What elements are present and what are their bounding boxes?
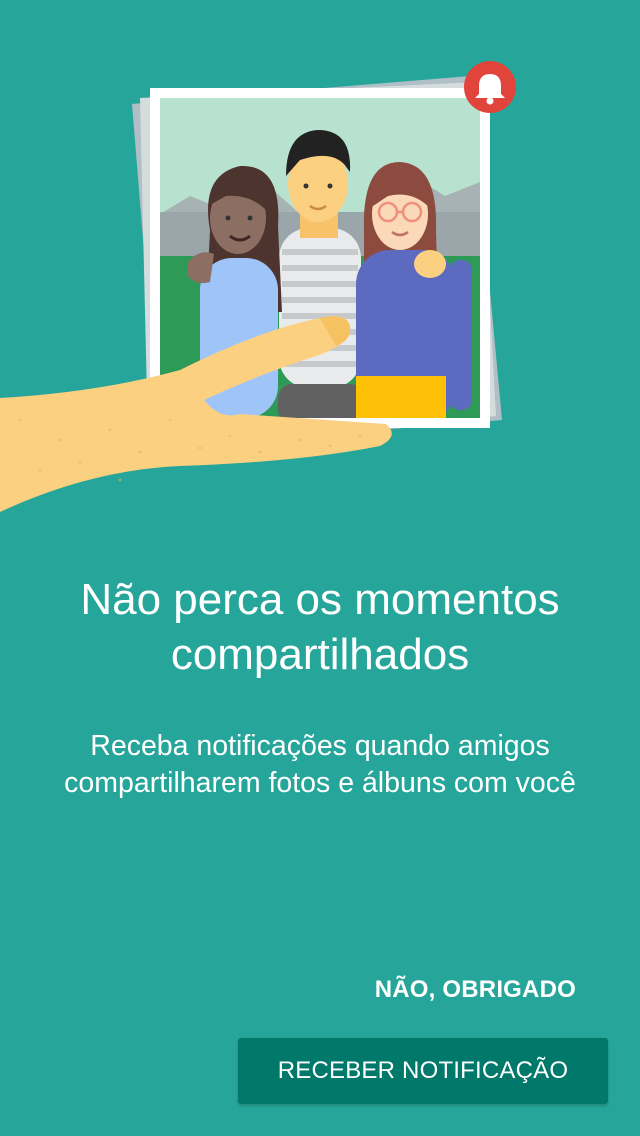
photo-hand-illustration xyxy=(0,61,516,512)
bell-icon xyxy=(464,61,516,113)
page-title: Não perca os momentos compartilhados xyxy=(80,575,560,679)
enable-notifications-button[interactable]: RECEBER NOTIFICAÇÃO xyxy=(238,1038,608,1104)
description-text: Receba notificações quando amigos compar… xyxy=(64,730,576,799)
dismiss-button[interactable]: NÃO, OBRIGADO xyxy=(375,972,576,1008)
hero-illustration xyxy=(0,0,640,540)
